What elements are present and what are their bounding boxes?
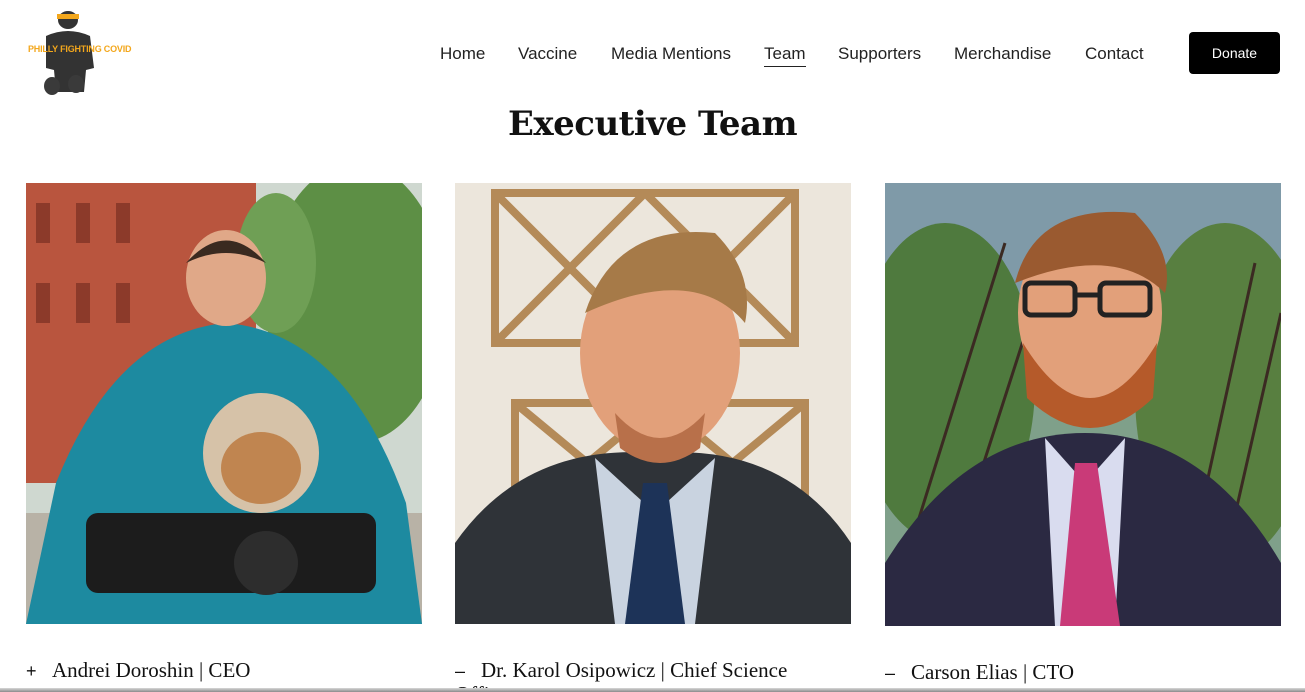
team-member-name: Dr. Karol Osipowicz | Chief Science (481, 658, 788, 682)
collapse-toggle[interactable]: – (885, 663, 911, 684)
nav-supporters[interactable]: Supporters (838, 44, 921, 64)
team-caption[interactable]: + Andrei Doroshin | CEO (26, 658, 422, 683)
site-header: PHILLY FIGHTING COVID Home Vaccine Media… (0, 0, 1305, 108)
bottom-edge (0, 688, 1305, 692)
nav-team[interactable]: Team (764, 44, 806, 67)
team-photo (26, 183, 422, 624)
team-caption[interactable]: – Carson Elias | CTO (885, 660, 1281, 685)
photo-man-in-suit (455, 183, 851, 624)
nav-home[interactable]: Home (440, 44, 485, 64)
main-nav: Home Vaccine Media Mentions Team Support… (0, 44, 1305, 67)
nav-merchandise[interactable]: Merchandise (954, 44, 1051, 64)
team-caption[interactable]: –Dr. Karol Osipowicz | Chief Science Off… (455, 658, 851, 692)
photo-bearded-man (885, 183, 1281, 626)
team-photo (885, 183, 1281, 626)
nav-contact[interactable]: Contact (1085, 44, 1144, 64)
photo-man-with-bulldog (26, 183, 422, 624)
nav-media-mentions[interactable]: Media Mentions (611, 44, 731, 64)
expand-toggle[interactable]: + (26, 661, 52, 682)
team-member-name: Andrei Doroshin | CEO (52, 658, 251, 682)
nav-vaccine[interactable]: Vaccine (518, 44, 577, 64)
section-title: Executive Team (507, 104, 798, 144)
donate-button[interactable]: Donate (1189, 32, 1280, 74)
collapse-toggle[interactable]: – (455, 661, 481, 682)
team-photo (455, 183, 851, 624)
team-member-name: Carson Elias | CTO (911, 660, 1075, 684)
